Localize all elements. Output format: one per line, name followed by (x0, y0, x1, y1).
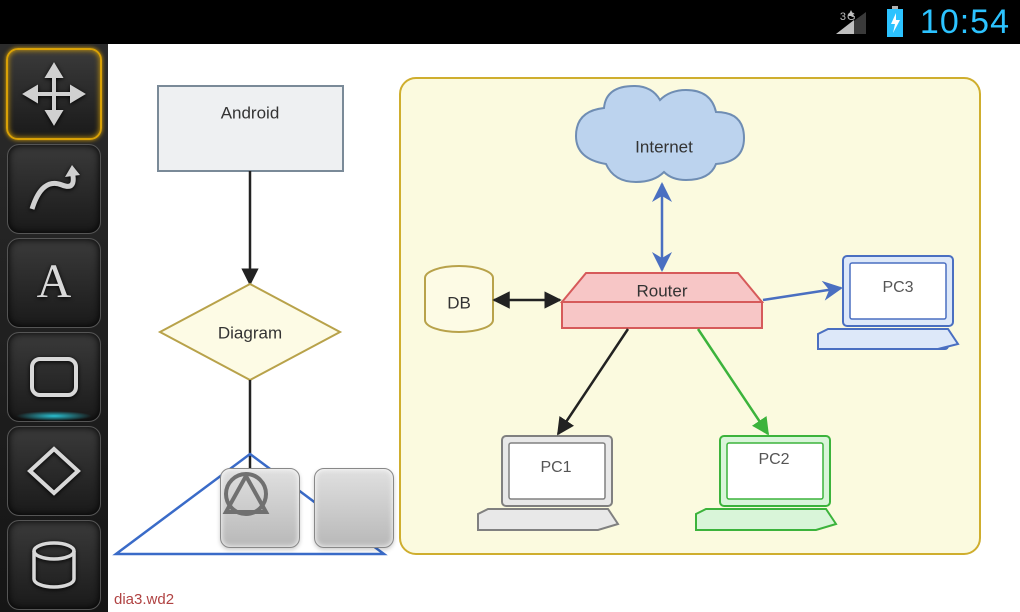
pc2-label: PC2 (758, 451, 789, 468)
android-status-bar: 3G 10:54 (0, 0, 1020, 44)
router-node[interactable]: Router (562, 273, 762, 328)
flow-diagram-label: Diagram (218, 323, 282, 342)
flow-diagram-diamond[interactable]: Diagram (160, 284, 340, 380)
router-label: Router (636, 281, 687, 300)
network-type-label: 3G (840, 11, 857, 23)
filename-label: dia3.wd2 (114, 591, 174, 608)
popup-shape-triangle[interactable] (314, 468, 394, 548)
tool-cylinder[interactable] (7, 520, 101, 610)
diagram-canvas[interactable]: Android Diagram Editor Internet (108, 44, 1020, 612)
db-cylinder[interactable]: DB (425, 266, 493, 332)
pc1-label: PC1 (540, 459, 571, 476)
tool-sidebar: A (0, 44, 109, 612)
pc3-label: PC3 (882, 279, 913, 296)
tool-move[interactable] (6, 48, 102, 140)
tool-diamond[interactable] (7, 426, 101, 516)
clock: 10:54 (920, 3, 1010, 42)
tool-connector[interactable] (7, 144, 101, 234)
internet-label: Internet (635, 137, 693, 156)
tool-rect[interactable] (7, 332, 101, 422)
tool-text[interactable]: A (7, 238, 101, 328)
tool-highlight (16, 411, 92, 421)
svg-text:A: A (37, 255, 72, 308)
db-label: DB (447, 293, 471, 312)
battery-icon (884, 6, 906, 38)
flow-android-label: Android (221, 103, 280, 122)
flow-android-box[interactable]: Android (158, 86, 343, 171)
signal-icon: 3G (834, 8, 868, 36)
shape-popup (220, 468, 394, 548)
